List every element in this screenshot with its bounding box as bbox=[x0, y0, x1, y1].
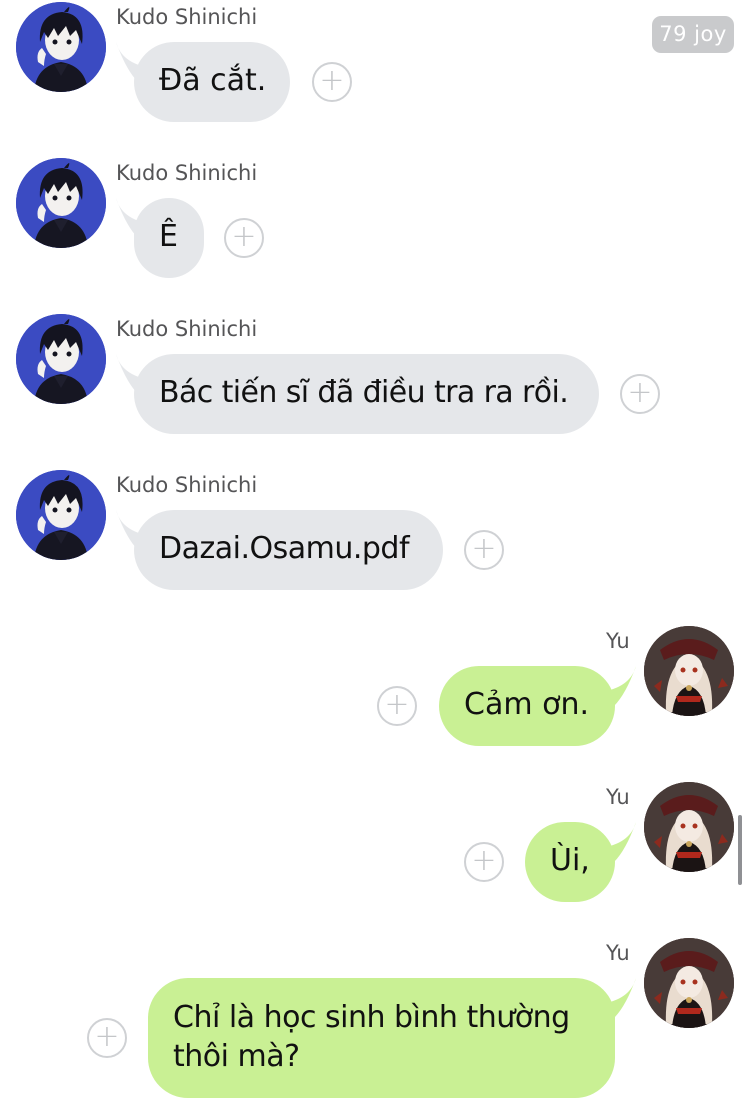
plus-circle-icon[interactable]: + bbox=[87, 1018, 127, 1058]
plus-circle-icon[interactable]: + bbox=[377, 686, 417, 726]
sender-name: Kudo Shinichi bbox=[116, 317, 258, 341]
sender-name: Kudo Shinichi bbox=[116, 5, 258, 29]
plus-circle-icon[interactable]: + bbox=[464, 842, 504, 882]
plus-circle-icon[interactable]: + bbox=[224, 218, 264, 258]
message-bubble[interactable]: Cảm ơn. bbox=[439, 666, 615, 746]
sender-name: Yu bbox=[606, 785, 630, 809]
message-bubble[interactable]: Bác tiến sĩ đã điều tra ra rồi. bbox=[134, 354, 599, 434]
message-bubble[interactable]: Đã cắt. bbox=[134, 42, 290, 122]
avatar[interactable] bbox=[644, 626, 734, 716]
sender-name: Yu bbox=[606, 941, 630, 965]
plus-circle-icon[interactable]: + bbox=[464, 530, 504, 570]
file-attachment-bubble[interactable]: Dazai.Osamu.pdf bbox=[134, 510, 443, 590]
plus-circle-icon[interactable]: + bbox=[312, 62, 352, 102]
avatar[interactable] bbox=[16, 470, 106, 560]
scrollbar[interactable] bbox=[738, 815, 742, 885]
message-line: Chỉ là học sinh bình thường bbox=[173, 1000, 570, 1035]
message-bubble[interactable]: Chỉ là học sinh bình thường thôi mà? bbox=[148, 978, 615, 1098]
avatar[interactable] bbox=[16, 314, 106, 404]
avatar[interactable] bbox=[644, 938, 734, 1028]
avatar[interactable] bbox=[16, 2, 106, 92]
message-bubble[interactable]: Ê bbox=[134, 198, 204, 278]
message-line: thôi mà? bbox=[173, 1039, 300, 1074]
avatar[interactable] bbox=[644, 782, 734, 872]
sender-name: Kudo Shinichi bbox=[116, 161, 258, 185]
unread-count-badge[interactable]: 79 joy bbox=[652, 16, 734, 53]
message-bubble[interactable]: Ùi, bbox=[525, 822, 615, 902]
sender-name: Kudo Shinichi bbox=[116, 473, 258, 497]
sender-name: Yu bbox=[606, 629, 630, 653]
plus-circle-icon[interactable]: + bbox=[620, 374, 660, 414]
avatar[interactable] bbox=[16, 158, 106, 248]
